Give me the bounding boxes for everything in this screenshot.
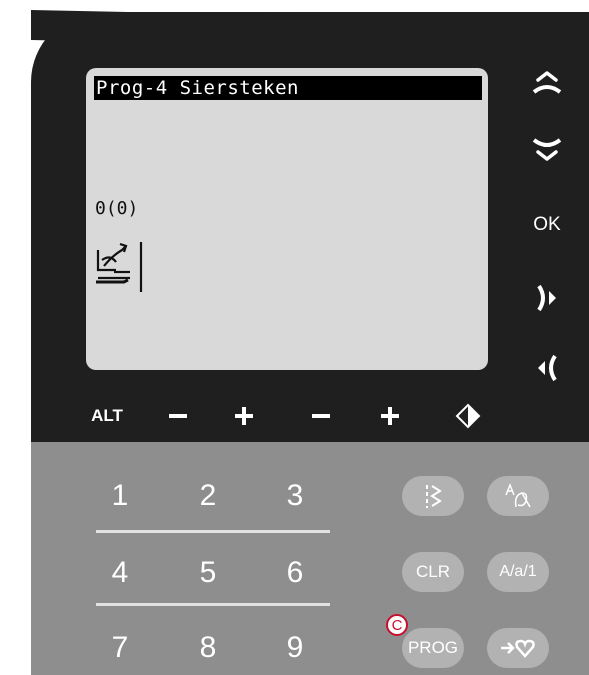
key-label: 7	[111, 631, 129, 664]
mirror-icon	[455, 403, 481, 429]
key-label: 8	[199, 631, 217, 664]
font-menu-button[interactable]	[487, 476, 549, 516]
prog-label: PROG	[407, 638, 459, 657]
plus-icon	[235, 407, 253, 425]
key-label: 1	[111, 479, 129, 512]
lcd-display: Prog-4 Siersteken 0(0)	[86, 68, 488, 370]
key-label: 2	[199, 479, 217, 512]
arrow-up-button[interactable]	[522, 60, 572, 104]
stitch-length-plus-button[interactable]	[372, 398, 408, 434]
add-favorite-icon	[501, 639, 535, 658]
arrow-down-button[interactable]	[522, 128, 572, 172]
prog-button[interactable]: PROG	[402, 628, 464, 668]
clr-button[interactable]: CLR	[402, 552, 464, 592]
scroll-right-button[interactable]	[522, 276, 572, 320]
stitch-width-plus-button[interactable]	[226, 398, 262, 434]
key-1[interactable]: 1	[98, 474, 142, 518]
key-3[interactable]: 3	[273, 474, 317, 518]
scroll-left-button[interactable]	[522, 346, 572, 390]
key-4[interactable]: 4	[98, 551, 142, 595]
ok-label: OK	[533, 214, 561, 235]
key-label: 5	[199, 556, 217, 589]
clr-label: CLR	[415, 562, 450, 581]
minus-icon	[169, 414, 187, 418]
alt-label: ALT	[91, 406, 123, 425]
font-menu-icon	[505, 482, 531, 508]
stitch-length-minus-button[interactable]	[303, 398, 339, 434]
stitch-menu-icon	[426, 485, 442, 508]
stitch-menu-button[interactable]	[402, 476, 464, 516]
key-9[interactable]: 9	[273, 626, 317, 670]
key-6[interactable]: 6	[273, 551, 317, 595]
keypad-divider	[96, 603, 330, 606]
callout-label: C	[391, 616, 403, 634]
alt-button[interactable]: ALT	[84, 398, 130, 434]
plus-icon	[381, 407, 399, 425]
key-2[interactable]: 2	[186, 474, 230, 518]
key-label: 4	[111, 556, 129, 589]
mirror-button[interactable]	[450, 398, 486, 434]
stitch-width-minus-button[interactable]	[160, 398, 196, 434]
arrow-down-icon	[532, 138, 562, 161]
scroll-left-icon	[538, 354, 557, 382]
key-label: 3	[286, 479, 304, 512]
minus-icon	[312, 414, 330, 418]
callout-marker: C	[386, 614, 408, 636]
key-8[interactable]: 8	[186, 626, 230, 670]
key-5[interactable]: 5	[186, 551, 230, 595]
add-favorite-button[interactable]	[487, 628, 549, 668]
case-toggle-button[interactable]: A/a/1	[487, 552, 549, 592]
case-label: A/a/1	[499, 563, 537, 580]
arrow-up-icon	[532, 71, 562, 94]
lcd-title: Prog-4 Siersteken	[94, 76, 482, 100]
ok-button[interactable]: OK	[522, 203, 572, 247]
keypad-divider	[96, 530, 330, 533]
scroll-right-icon	[537, 284, 556, 312]
key-7[interactable]: 7	[98, 626, 142, 670]
key-label: 9	[286, 631, 304, 664]
decorative-stitch-icon	[96, 242, 143, 292]
key-label: 6	[286, 556, 304, 589]
lcd-counter: 0(0)	[95, 198, 139, 219]
